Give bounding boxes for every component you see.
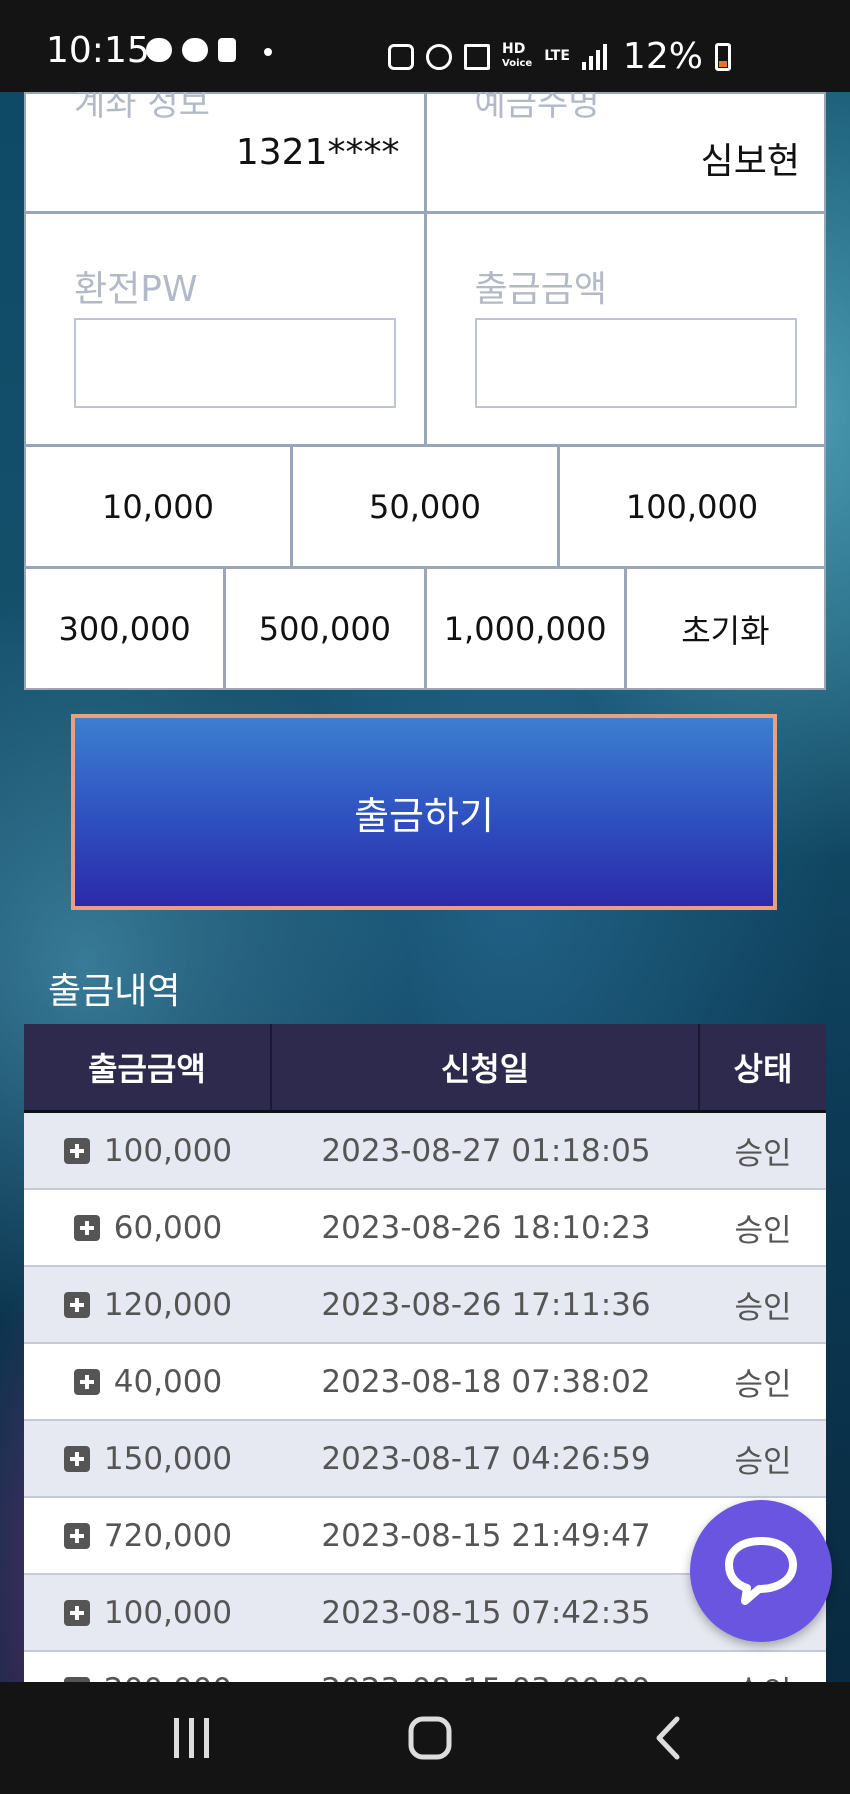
battery-icon: [714, 42, 731, 71]
chat-bubble-icon: [725, 1537, 797, 1605]
navigation-bar: [0, 1682, 850, 1794]
row-status: 승인: [734, 1290, 792, 1326]
holder-cell: 예금주명 심보현: [426, 84, 824, 211]
row-amount: 120,000: [103, 1286, 233, 1323]
table-row[interactable]: 40,000 2023-08-18 07:38:02 승인: [24, 1344, 826, 1421]
back-button[interactable]: [608, 1682, 728, 1794]
row-date: 2023-08-26 18:10:23: [321, 1209, 651, 1246]
column-amount: 출금금액: [24, 1024, 272, 1110]
plus-square-icon[interactable]: [63, 1599, 90, 1626]
reset-button[interactable]: 초기화: [626, 569, 824, 688]
chat-button[interactable]: [690, 1500, 832, 1642]
table-row[interactable]: 200,000 2023-08-15 03:00:00 승인: [24, 1652, 826, 1683]
plus-square-icon[interactable]: [73, 1214, 100, 1241]
amount-button-10000[interactable]: 10,000: [26, 447, 293, 566]
hd-voice-icon: HD Voice: [502, 41, 533, 69]
status-time: 10:15: [46, 30, 150, 71]
recent-apps-icon: [174, 1718, 209, 1758]
row-amount: 100,000: [103, 1594, 233, 1631]
pw-cell: 환전PW: [26, 214, 427, 444]
row-date: 2023-08-17 04:26:59: [321, 1440, 651, 1477]
row-amount: 150,000: [103, 1440, 233, 1477]
table-header: 출금금액 신청일 상태: [24, 1024, 826, 1113]
row-amount: 40,000: [113, 1363, 223, 1400]
table-row[interactable]: 150,000 2023-08-17 04:26:59 승인: [24, 1421, 826, 1498]
row-date: 2023-08-26 17:11:36: [321, 1286, 651, 1323]
amount-button-1000000[interactable]: 1,000,000: [426, 569, 627, 688]
withdraw-form: 계좌 정보 1321**** 예금주명 심보현 환전PW 출금금액 10,000…: [24, 84, 826, 690]
history-title: 출금내역: [48, 971, 181, 1012]
battery-percent: 12%: [622, 36, 703, 77]
column-status: 상태: [733, 1050, 793, 1088]
plus-square-icon[interactable]: [63, 1137, 90, 1164]
row-date: 2023-08-18 07:38:02: [321, 1363, 651, 1400]
plus-square-icon[interactable]: [63, 1522, 90, 1549]
recent-apps-button[interactable]: [132, 1682, 252, 1794]
mute-icon: [464, 43, 490, 70]
table-row[interactable]: 100,000 2023-08-27 01:18:05 승인: [24, 1113, 826, 1190]
account-number: 1321****: [235, 132, 400, 173]
more-dot-icon: [264, 48, 272, 56]
notification-icons: [146, 38, 272, 62]
withdraw-button[interactable]: 출금하기: [71, 714, 777, 910]
plus-square-icon[interactable]: [63, 1291, 90, 1318]
alert-icon: [218, 38, 236, 62]
recycle-icon: [388, 43, 414, 70]
row-amount: 720,000: [103, 1517, 233, 1554]
message-icon: [146, 38, 172, 62]
row-status: 승인: [734, 1213, 792, 1249]
row-amount: 100,000: [103, 1132, 233, 1169]
holder-name: 심보현: [700, 141, 800, 182]
plus-square-icon[interactable]: [63, 1445, 90, 1472]
pw-label: 환전PW: [74, 269, 198, 310]
row-status: 승인: [700, 1652, 826, 1683]
back-icon: [656, 1716, 680, 1760]
table-row[interactable]: 60,000 2023-08-26 18:10:23 승인: [24, 1190, 826, 1267]
row-date: 2023-08-15 07:42:35: [321, 1594, 651, 1631]
amount-cell: 출금금액: [426, 214, 824, 444]
account-info-cell: 계좌 정보 1321****: [26, 84, 427, 211]
status-bar: 10:15 HD Voice LTE 12%: [0, 0, 850, 92]
amount-button-500000[interactable]: 500,000: [226, 569, 427, 688]
row-date: 2023-08-27 01:18:05: [321, 1132, 651, 1169]
account-row: 계좌 정보 1321**** 예금주명 심보현: [26, 84, 824, 214]
amount-input[interactable]: [474, 318, 797, 408]
input-row: 환전PW 출금금액: [26, 214, 824, 447]
home-icon: [408, 1716, 452, 1760]
row-status: 승인: [734, 1367, 792, 1403]
row-status: 승인: [734, 1444, 792, 1480]
row-status: 승인: [734, 1136, 792, 1172]
plus-square-icon[interactable]: [73, 1368, 100, 1395]
amount-label: 출금금액: [474, 269, 607, 310]
lte-icon: LTE: [544, 48, 570, 64]
quick-amount-row-1: 10,000 50,000 100,000: [26, 447, 824, 569]
system-icons: HD Voice LTE 12%: [388, 36, 731, 77]
pw-input[interactable]: [74, 318, 396, 408]
table-row[interactable]: 120,000 2023-08-26 17:11:36 승인: [24, 1267, 826, 1344]
row-date: 2023-08-15 21:49:47: [321, 1517, 651, 1554]
row-amount: 60,000: [113, 1209, 223, 1246]
amount-button-100000[interactable]: 100,000: [560, 447, 824, 566]
row-date: 2023-08-15 03:00:00: [272, 1652, 700, 1684]
home-button[interactable]: [370, 1682, 490, 1794]
amount-button-50000[interactable]: 50,000: [293, 447, 560, 566]
talk-icon: [182, 38, 208, 62]
alarm-icon: [426, 43, 452, 70]
signal-icon: [581, 43, 607, 70]
column-date: 신청일: [272, 1024, 700, 1110]
quick-amount-row-2: 300,000 500,000 1,000,000 초기화: [26, 569, 824, 688]
amount-button-300000[interactable]: 300,000: [26, 569, 227, 688]
